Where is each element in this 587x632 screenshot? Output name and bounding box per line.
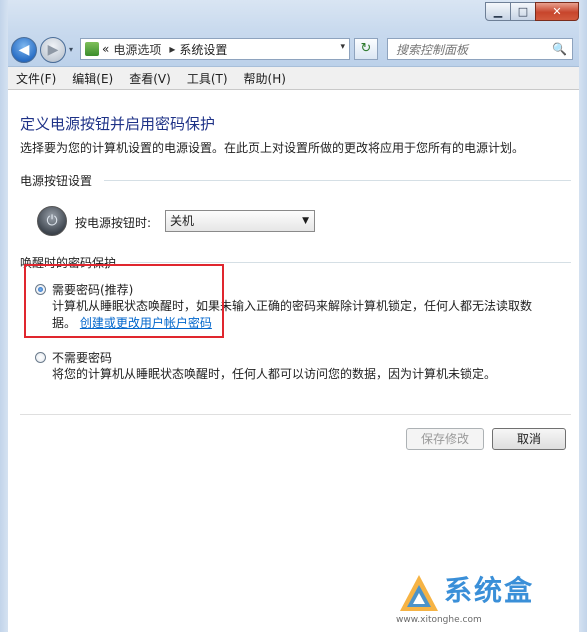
search-icon[interactable]: 🔍 [552,42,567,56]
address-dropdown-icon[interactable]: ▾ [340,42,345,52]
save-changes-button[interactable]: 保存修改 [406,428,484,450]
power-button-label: 按电源按钮时: [75,216,152,230]
page-title: 定义电源按钮并启用密码保护 [20,115,216,133]
menu-bar: 文件(F) 编辑(E) 查看(V) 工具(T) 帮助(H) [8,67,579,90]
section-divider [104,180,571,181]
breadcrumb-separator-icon[interactable]: ▸ [169,42,175,56]
menu-tools[interactable]: 工具(T) [179,70,236,87]
site-watermark: 系统盒 www.xitonghe.com [392,565,580,627]
watermark-text: 系统盒 [444,574,535,607]
annotation-highlight-box [24,264,224,338]
back-button[interactable]: ◀ [11,37,37,63]
menu-view[interactable]: 查看(V) [121,70,179,87]
page-description: 选择要为您的计算机设置的电源设置。在此页上对设置所做的更改将应用于您所有的电源计… [20,141,525,155]
search-box[interactable]: 🔍 [387,38,573,60]
menu-file[interactable]: 文件(F) [8,70,64,87]
address-bar[interactable]: « 电源选项 ▸ 系统设置 ▾ [80,38,350,60]
power-button-action-select[interactable]: 关机 ▼ [165,210,315,232]
window-border-left [0,0,8,632]
minimize-button[interactable]: ▁ [485,2,511,21]
watermark-url: www.xitonghe.com [396,615,482,625]
cancel-button[interactable]: 取消 [492,428,566,450]
menu-help[interactable]: 帮助(H) [236,70,294,87]
recent-pages-dropdown-icon[interactable]: ▾ [69,45,73,54]
power-icon: ⏻ [37,206,67,236]
section-divider [130,262,571,263]
caption-buttons: ▁ □ ✕ [485,2,579,22]
no-password-radio[interactable] [35,352,46,363]
address-overflow[interactable]: « [102,42,109,56]
no-password-label[interactable]: 不需要密码 [52,349,112,366]
no-password-desc: 将您的计算机从睡眠状态唤醒时，任何人都可以访问您的数据，因为计算机未锁定。 [52,367,497,381]
power-button-section-header: 电源按钮设置 [20,174,93,188]
breadcrumb-item-system-settings[interactable]: 系统设置 [179,41,227,58]
footer-divider [20,414,571,415]
control-panel-icon [85,42,99,56]
watermark-logo-icon [400,575,438,611]
window-border-right [579,0,587,632]
forward-button[interactable]: ▶ [40,37,66,63]
breadcrumb-item-power-options[interactable]: 电源选项 [113,41,161,58]
search-input[interactable] [394,40,548,60]
close-button[interactable]: ✕ [535,2,579,21]
menu-edit[interactable]: 编辑(E) [64,70,121,87]
power-button-action-value: 关机 [170,214,195,228]
chevron-down-icon: ▼ [302,216,309,226]
maximize-button[interactable]: □ [510,2,536,21]
refresh-button[interactable]: ↻ [354,38,378,60]
